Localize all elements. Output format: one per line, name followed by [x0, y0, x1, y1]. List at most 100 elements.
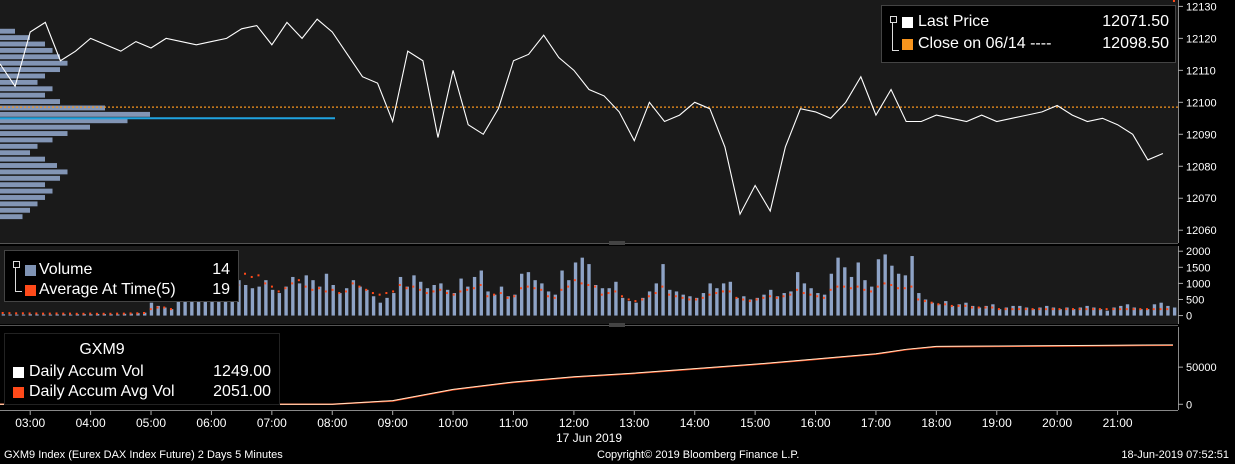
close-swatch — [902, 39, 913, 50]
volume-bar — [526, 272, 531, 316]
x-axis-tick-label: 14:00 — [680, 416, 710, 430]
volume-profile-bar — [0, 92, 45, 98]
average-at-time-dot — [890, 284, 893, 286]
accum-legend: GXM9 Daily Accum Vol 1249.00 Daily Accum… — [4, 333, 280, 405]
average-at-time-dot — [977, 306, 980, 309]
volume-bar — [991, 304, 995, 316]
volume-bar — [1011, 305, 1015, 316]
volume-profile-bar — [0, 79, 38, 85]
average-at-time-dot — [42, 312, 45, 315]
volume-bar — [486, 291, 490, 316]
average-at-time-dot — [318, 287, 321, 290]
average-at-time-dot — [695, 298, 698, 301]
average-at-time-dot — [338, 292, 341, 295]
average-at-time-dot — [1011, 308, 1014, 311]
volume-bar — [1172, 307, 1177, 316]
volume-bar — [297, 283, 302, 316]
average-at-time-dot — [1112, 308, 1115, 311]
average-at-time-dot — [944, 303, 947, 306]
daily-accum-avg-vol-label: Daily Accum Avg Vol — [29, 383, 175, 400]
footer-copyright: Copyright© 2019 Bloomberg Finance L.P. — [597, 449, 800, 461]
average-at-time-dot — [668, 293, 671, 296]
average-at-time-dot — [1132, 308, 1135, 311]
volume-profile-bar — [0, 163, 57, 168]
average-at-time-dot — [1125, 308, 1128, 311]
average-at-time-dot — [1018, 308, 1021, 311]
average-at-time-dot — [937, 303, 940, 306]
price-y-tick-label: 12070 — [1186, 193, 1217, 205]
average-at-time-dot — [270, 285, 273, 288]
volume-bar — [338, 293, 342, 316]
volume-bar — [755, 297, 759, 316]
average-at-time-dot — [291, 282, 294, 285]
average-at-time-dot — [701, 296, 704, 299]
average-at-time-dot — [163, 306, 166, 309]
volume-bar — [163, 307, 167, 316]
volume-bar — [466, 286, 470, 316]
average-at-time-dot — [560, 288, 563, 291]
volume-panel-resize-grip[interactable] — [609, 323, 625, 327]
average-at-time-dot — [284, 287, 287, 290]
volume-bar — [587, 264, 591, 316]
volume-bar — [567, 280, 571, 316]
volume-bar — [264, 280, 268, 316]
average-at-time-dot — [809, 293, 812, 296]
volume-bar — [795, 272, 800, 316]
volume-bar — [459, 278, 463, 316]
average-at-time-dot — [917, 298, 920, 301]
volume-bar — [735, 297, 739, 316]
average-at-time-dot — [614, 290, 617, 293]
average-at-time-dot — [903, 287, 906, 290]
volume-bar — [1119, 305, 1123, 316]
volume-bar — [55, 314, 59, 316]
volume-profile-bar — [0, 143, 38, 149]
volume-bar — [896, 273, 901, 316]
volume-bar — [600, 288, 605, 316]
volume-bar — [412, 275, 416, 316]
average-at-time-dot — [849, 287, 852, 290]
volume-bar — [351, 280, 356, 316]
average-at-time-dot — [930, 301, 933, 304]
volume-bar — [1085, 305, 1089, 316]
average-at-time-dot — [950, 304, 953, 307]
average-at-time-dot — [883, 282, 886, 285]
average-at-time-dot — [439, 288, 442, 291]
average-at-time-dot — [15, 312, 18, 315]
average-at-time-dot — [627, 298, 630, 301]
volume-profile-bar — [0, 131, 68, 136]
average-at-time-dot — [1004, 308, 1007, 311]
x-axis-date-label: 17 Jun 2019 — [556, 431, 622, 445]
volume-bar — [42, 314, 46, 316]
volume-profile-bar — [0, 86, 53, 92]
volume-bar — [493, 294, 497, 316]
daily-accum-avg-vol-swatch — [13, 387, 24, 398]
volume-bar — [903, 275, 908, 316]
average-at-time-dot — [600, 293, 603, 296]
average-at-time-dot — [277, 290, 280, 293]
volume-bar — [472, 276, 477, 316]
average-at-time-dot — [997, 308, 1000, 311]
volume-bar — [452, 293, 457, 316]
average-at-time-dot — [964, 304, 967, 307]
price-panel-resize-grip[interactable] — [609, 241, 625, 245]
average-at-time-dot — [1159, 308, 1162, 311]
price-y-tick-label: 12120 — [1186, 33, 1217, 45]
average-at-time-dot — [95, 312, 98, 315]
average-at-time-dot — [526, 285, 529, 288]
x-axis-tick-label: 04:00 — [76, 416, 106, 430]
volume-bar — [701, 293, 706, 316]
volume-y-tick-label: 2000 — [1186, 246, 1210, 258]
average-at-time-dot — [795, 288, 798, 291]
volume-profile-bar — [0, 60, 68, 66]
volume-bar — [977, 307, 982, 316]
volume-bar — [944, 301, 948, 316]
average-at-time-dot — [1105, 308, 1108, 311]
x-axis-tick-label: 17:00 — [861, 416, 891, 430]
average-at-time-dot — [594, 285, 597, 288]
average-at-time-dot — [250, 275, 253, 278]
price-y-tick-label: 12090 — [1186, 129, 1217, 141]
average-at-time-dot — [35, 312, 38, 315]
volume-bar — [890, 265, 894, 316]
price-y-tick-label: 12100 — [1186, 97, 1217, 109]
average-at-time-dot — [843, 285, 846, 288]
